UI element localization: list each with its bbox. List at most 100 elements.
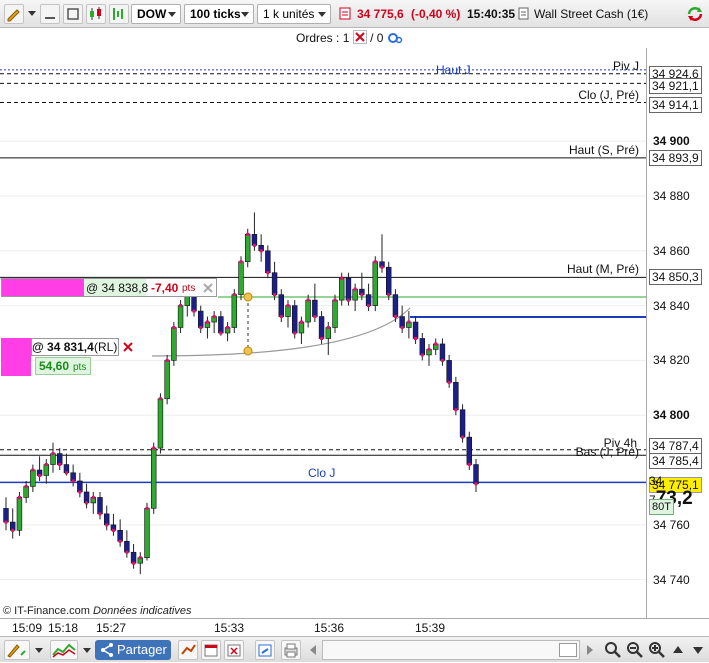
stop-order-pnl: -7,40 xyxy=(151,281,179,295)
share-button[interactable]: Partager xyxy=(95,640,171,660)
candle xyxy=(412,316,419,344)
candle xyxy=(446,354,452,388)
instrument-select[interactable]: DOW xyxy=(131,4,181,24)
pencil-dropdown-icon[interactable] xyxy=(27,4,37,24)
candle-body xyxy=(265,250,271,274)
tick-marker xyxy=(266,271,270,275)
position-color-block xyxy=(1,338,31,376)
chart-type-dropdown-icon[interactable] xyxy=(82,640,92,660)
level-label: Haut J xyxy=(436,62,471,77)
scroll-up-icon[interactable] xyxy=(669,640,687,660)
candlestick-chart-icon[interactable] xyxy=(86,4,106,24)
candle-body xyxy=(16,497,23,531)
horizontal-scrollbar[interactable] xyxy=(322,640,580,660)
candle-body xyxy=(197,310,204,328)
copyright-note: Données indicatives xyxy=(93,605,192,617)
candle xyxy=(439,338,446,366)
price-tick-label: 34 860 xyxy=(653,243,690,258)
candle xyxy=(392,289,399,323)
tick-marker xyxy=(179,304,183,308)
candle xyxy=(30,464,36,492)
tick-marker xyxy=(105,523,109,527)
level-price-box: 34 921,1 xyxy=(649,78,702,95)
alerts-icon[interactable] xyxy=(224,640,244,660)
drawing-tools-icon[interactable] xyxy=(4,640,30,660)
candle xyxy=(137,552,144,575)
tick-marker xyxy=(17,495,21,499)
tick-marker xyxy=(367,304,371,308)
units-select[interactable]: 1 k unités xyxy=(257,4,331,24)
candle xyxy=(97,491,103,520)
stop-order-tag[interactable]: @ 34 838,8 -7,40 pts xyxy=(1,278,217,297)
zoom-in-icon[interactable] xyxy=(647,640,667,660)
chart-compare-icon[interactable] xyxy=(178,640,198,660)
zoom-out-icon[interactable] xyxy=(625,640,645,660)
candle-body xyxy=(278,294,285,317)
candle xyxy=(56,448,63,471)
scrollbar-thumb[interactable] xyxy=(559,643,577,657)
candle xyxy=(90,491,97,514)
indicator-icon[interactable] xyxy=(109,4,129,24)
level-price-box: 34 893,9 xyxy=(649,149,702,166)
candle-body xyxy=(399,316,405,328)
tick-marker xyxy=(145,506,149,510)
candle-body xyxy=(271,272,278,295)
print-icon[interactable] xyxy=(281,640,301,660)
tick-marker xyxy=(427,347,431,351)
candle xyxy=(359,272,365,301)
instrument-info-icon[interactable] xyxy=(518,4,530,24)
instrument-name: Wall Street Cash (1€) xyxy=(534,7,649,21)
tick-marker xyxy=(58,463,62,467)
stop-order-close-icon[interactable] xyxy=(202,281,214,294)
candle xyxy=(50,442,56,473)
candle xyxy=(406,311,412,339)
tick-marker xyxy=(286,304,290,308)
position-close-icon[interactable] xyxy=(122,340,134,353)
candle-body xyxy=(385,266,392,295)
drawing-tools-dropdown-icon[interactable] xyxy=(34,640,44,660)
order-handle-stop[interactable] xyxy=(243,292,253,302)
scroll-right-icon[interactable] xyxy=(583,640,597,660)
tick-marker xyxy=(380,265,384,269)
time-axis[interactable]: 15:09 15:18 15:27 15:33 15:36 15:39 xyxy=(0,618,709,636)
ticks-select[interactable]: 100 ticks xyxy=(184,4,254,24)
price-tick-label: 34 800 xyxy=(653,408,690,423)
share-label: Partager xyxy=(117,642,167,657)
tick-marker xyxy=(219,331,223,335)
scroll-left-end-icon[interactable] xyxy=(306,640,320,660)
candle-body xyxy=(439,343,446,361)
tick-marker xyxy=(326,326,330,330)
refresh-icon[interactable] xyxy=(684,4,706,24)
candle xyxy=(117,519,123,547)
order-handle-position[interactable] xyxy=(243,346,253,356)
export-icon[interactable] xyxy=(255,640,275,660)
level-label: Haut (M, Pré) xyxy=(566,262,639,277)
tick-marker xyxy=(246,232,250,236)
chart-type-icon[interactable] xyxy=(50,640,78,660)
price-tick-label: 34 740 xyxy=(653,572,690,587)
window-maximize-icon[interactable] xyxy=(63,4,83,24)
tick-marker xyxy=(132,561,136,565)
calendar-icon[interactable] xyxy=(201,640,221,660)
top-toolbar: DOW 100 ticks 1 k unités 34 775,6 (-0,40… xyxy=(0,0,709,28)
pencil-icon[interactable] xyxy=(4,4,24,24)
tick-marker xyxy=(454,408,458,412)
time-label: 15:39 xyxy=(415,621,446,635)
price-chart[interactable] xyxy=(0,48,646,618)
position-order-tag[interactable]: @ 34 831,4 (RL) 54,60 pts xyxy=(1,338,135,376)
window-minimize-icon[interactable] xyxy=(40,4,60,24)
order-book-icon[interactable] xyxy=(338,4,352,24)
candle xyxy=(332,294,338,333)
zoom-reset-icon[interactable] xyxy=(603,640,623,660)
price-axis[interactable]: 34 900 34 880 34 860 34 840 34 820 34 800 34 7… xyxy=(646,48,709,618)
orders-settings-icon[interactable] xyxy=(387,31,403,45)
tick-marker xyxy=(400,326,404,330)
price-tick-label: 34 820 xyxy=(653,353,690,368)
candle xyxy=(271,261,278,301)
scroll-down-icon[interactable] xyxy=(689,640,707,660)
candle-body xyxy=(177,305,184,328)
candle-body xyxy=(238,261,244,295)
candle xyxy=(3,497,9,531)
ticks-label: 100 ticks xyxy=(190,7,241,21)
cancel-orders-icon[interactable] xyxy=(352,30,367,44)
